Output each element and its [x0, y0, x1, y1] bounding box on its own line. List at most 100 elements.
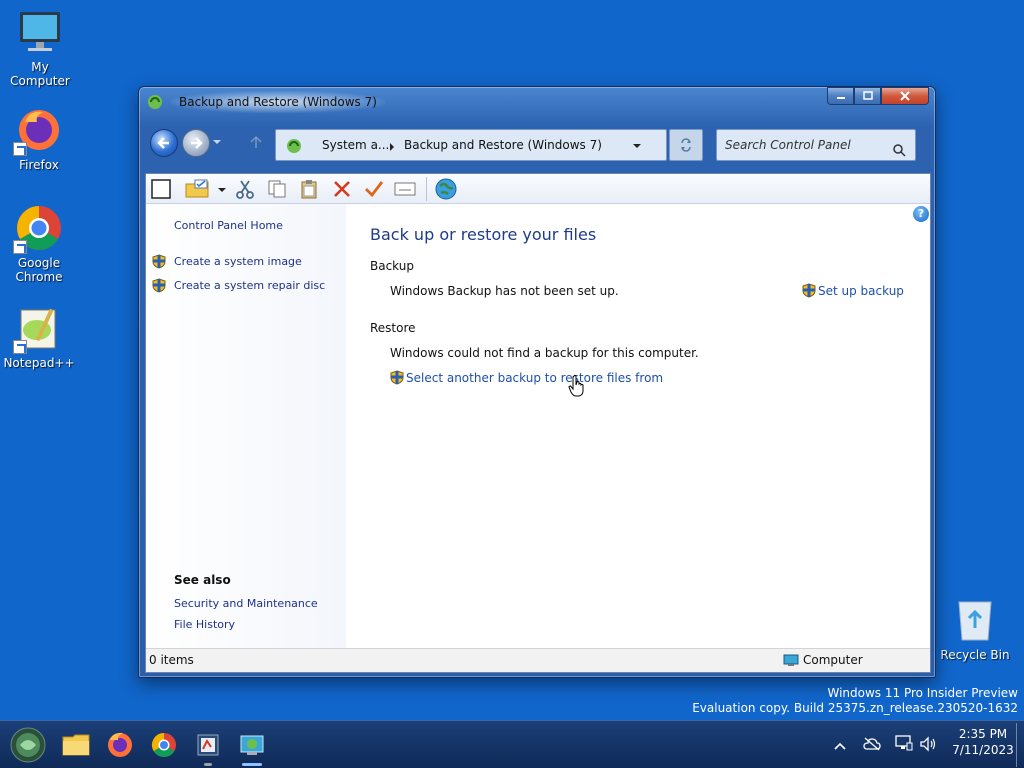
- delete-icon: [334, 181, 350, 197]
- toolbar: [146, 174, 930, 204]
- sidebar: Control Panel Home Create a system image…: [146, 204, 346, 648]
- clock[interactable]: 2:35 PM 7/11/2023: [946, 727, 1020, 757]
- desktop-icon-label: Google Chrome: [15, 256, 63, 284]
- page-title: Back up or restore your files: [370, 225, 597, 244]
- breadcrumb-separator-icon[interactable]: [390, 143, 394, 151]
- address-dropdown-icon[interactable]: [633, 144, 641, 148]
- cut-icon: [236, 180, 254, 199]
- desktop-icon-recycle-bin[interactable]: Recycle Bin: [935, 596, 1015, 662]
- uac-shield-icon: [152, 254, 166, 269]
- show-desktop-button[interactable]: [1016, 723, 1022, 767]
- refresh-button[interactable]: [669, 129, 703, 161]
- create-system-image-link[interactable]: Create a system image: [174, 255, 302, 268]
- notepadpp-icon: [13, 304, 63, 354]
- uac-shield-icon: [152, 278, 166, 293]
- email-icon: [394, 182, 416, 196]
- search-placeholder: Search Control Panel: [725, 138, 851, 152]
- maximize-icon: [862, 91, 873, 100]
- firefox-icon: [13, 106, 63, 156]
- search-input[interactable]: Search Control Panel: [716, 129, 916, 161]
- desktop-icon-my-computer[interactable]: My Computer: [0, 8, 80, 88]
- restore-status-text: Windows could not find a backup for this…: [390, 346, 699, 360]
- select-another-backup-link[interactable]: Select another backup to restore files f…: [406, 371, 663, 385]
- control-panel-icon: [286, 138, 302, 154]
- chrome-taskbar-button[interactable]: [148, 729, 180, 761]
- close-button[interactable]: [881, 87, 929, 105]
- status-bar: 0 items Computer: [146, 648, 930, 672]
- minimize-icon: [836, 97, 845, 99]
- status-location: Computer: [803, 653, 863, 667]
- up-button[interactable]: [249, 135, 263, 149]
- window-title: Backup and Restore (Windows 7): [171, 91, 385, 113]
- item-count: 0 items: [149, 653, 194, 667]
- address-bar[interactable]: System a... Backup and Restore (Windows …: [275, 129, 667, 161]
- caption-buttons: [827, 87, 929, 105]
- chrome-icon: [151, 733, 176, 758]
- properties-button[interactable]: [362, 178, 386, 200]
- uac-shield-icon: [802, 283, 816, 298]
- backup-restore-app-icon: [147, 94, 163, 110]
- forward-button[interactable]: [182, 129, 210, 157]
- backup-restore-taskbar-button[interactable]: [236, 729, 268, 766]
- back-arrow-icon: [157, 137, 169, 149]
- evaluation-watermark: Windows 11 Pro Insider Preview Evaluatio…: [692, 686, 1018, 715]
- see-also-heading: See also: [174, 573, 231, 587]
- file-explorer-taskbar-button[interactable]: [60, 729, 92, 761]
- uac-shield-icon: [390, 370, 404, 385]
- search-icon[interactable]: [892, 138, 906, 168]
- chevron-up-icon: [834, 742, 846, 750]
- volume-button[interactable]: [919, 736, 937, 755]
- cut-button[interactable]: [233, 178, 257, 200]
- delete-button[interactable]: [330, 178, 354, 200]
- new-folder-icon: [185, 179, 209, 198]
- shortcut-arrow-icon: [13, 340, 27, 354]
- chrome-icon: [13, 204, 63, 254]
- paste-button[interactable]: [297, 178, 321, 200]
- desktop-icon-firefox[interactable]: Firefox: [0, 106, 79, 172]
- layout-button[interactable]: [149, 178, 173, 200]
- speaker-icon: [920, 736, 936, 752]
- back-button[interactable]: [150, 129, 178, 157]
- web-button[interactable]: [434, 178, 458, 200]
- control-panel-taskbar-button[interactable]: [192, 729, 224, 766]
- title-bar[interactable]: Backup and Restore (Windows 7): [139, 87, 935, 117]
- set-up-backup-link[interactable]: Set up backup: [818, 284, 904, 298]
- copy-button[interactable]: [265, 178, 289, 200]
- control-panel-home-link[interactable]: Control Panel Home: [174, 219, 283, 232]
- desktop-icon-notepadpp[interactable]: Notepad++: [0, 304, 79, 370]
- clock-time: 2:35 PM: [958, 727, 1008, 741]
- computer-icon: [783, 654, 799, 667]
- recycle-bin-icon: [951, 596, 999, 644]
- desktop-icon-google-chrome[interactable]: Google Chrome: [0, 204, 79, 284]
- breadcrumb-system[interactable]: System a...: [322, 138, 389, 152]
- create-system-repair-disc-link[interactable]: Create a system repair disc: [174, 279, 325, 292]
- watermark-line-1: Windows 11 Pro Insider Preview: [827, 686, 1018, 700]
- layout-icon: [151, 179, 171, 199]
- desktop-icon-label: Notepad++: [3, 356, 75, 370]
- minimize-button[interactable]: [827, 87, 854, 105]
- copy-icon: [268, 180, 286, 198]
- close-icon: [900, 91, 910, 101]
- start-button[interactable]: [10, 727, 46, 763]
- desktop-icon-label: Firefox: [19, 158, 59, 172]
- email-button[interactable]: [393, 178, 417, 200]
- network-button[interactable]: [895, 735, 913, 754]
- firefox-icon: [108, 732, 132, 757]
- network-icon: [895, 735, 913, 751]
- maximize-button[interactable]: [854, 87, 881, 105]
- onedrive-offline-button[interactable]: [863, 737, 881, 754]
- security-maintenance-link[interactable]: Security and Maintenance: [174, 597, 318, 610]
- window-client-area: Control Panel Home Create a system image…: [145, 173, 931, 673]
- show-hidden-icons-button[interactable]: [834, 739, 846, 753]
- new-folder-dropdown-icon[interactable]: [218, 188, 226, 192]
- breadcrumb-backup-restore[interactable]: Backup and Restore (Windows 7): [404, 138, 602, 152]
- cloud-offline-icon: [863, 737, 881, 751]
- paste-icon: [301, 180, 317, 199]
- file-history-link[interactable]: File History: [174, 618, 235, 631]
- recent-pages-dropdown[interactable]: [213, 140, 221, 144]
- desktop-icon-label: Recycle Bin: [940, 648, 1010, 662]
- taskbar: 2:35 PM 7/11/2023: [0, 720, 1024, 768]
- new-folder-button[interactable]: [184, 178, 212, 200]
- help-icon[interactable]: ?: [913, 206, 929, 222]
- firefox-taskbar-button[interactable]: [104, 729, 136, 761]
